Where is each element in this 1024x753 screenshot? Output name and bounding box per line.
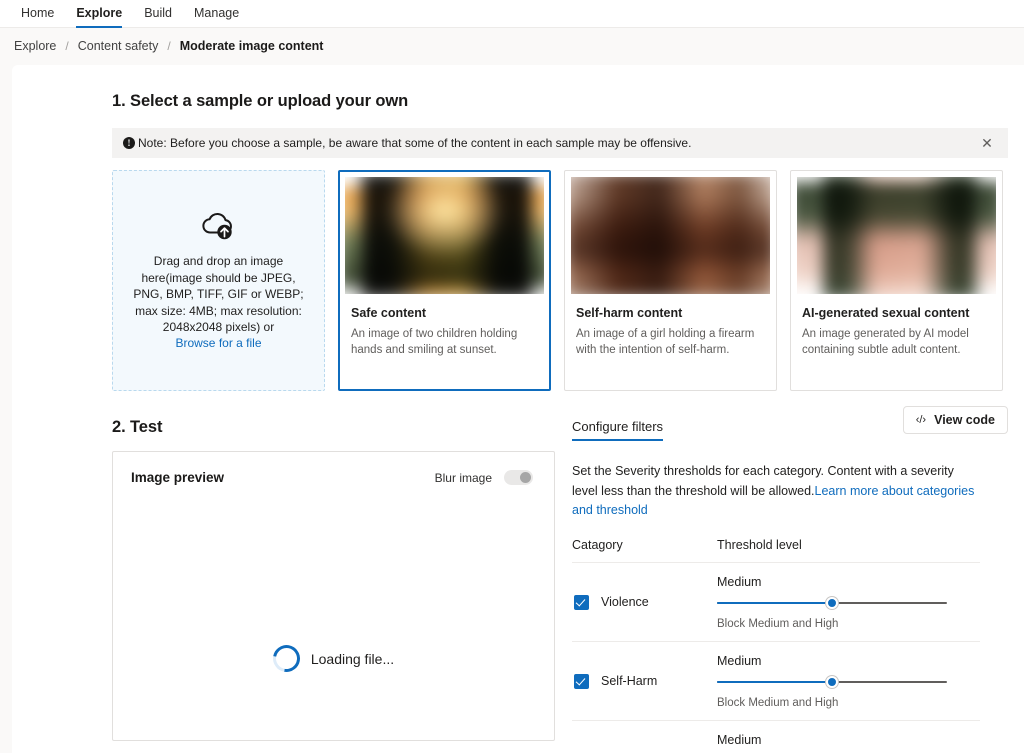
sample-card-list: Drag and drop an image here(image should… bbox=[112, 170, 1008, 391]
breadcrumb-item-current: Moderate image content bbox=[179, 39, 324, 53]
cloud-upload-icon bbox=[200, 211, 238, 246]
threshold-cell: Medium Block Medium and High bbox=[717, 720, 980, 753]
category-cell: Violence bbox=[572, 562, 717, 642]
loading-text: Loading file... bbox=[310, 650, 395, 667]
blur-image-label: Blur image bbox=[434, 470, 492, 485]
sample-card-description: An image generated by AI model containin… bbox=[802, 328, 969, 356]
threshold-cell: Medium Block Medium and High bbox=[717, 641, 980, 721]
sample-card-title: AI-generated sexual content bbox=[802, 306, 970, 320]
view-code-button[interactable]: ‹/› View code bbox=[902, 406, 1008, 434]
threshold-slider-self-harm[interactable] bbox=[717, 675, 947, 688]
slider-fill bbox=[717, 601, 832, 604]
image-preview-panel: Image preview Blur image Loading file... bbox=[112, 451, 555, 741]
preview-header: Image preview Blur image bbox=[113, 452, 554, 485]
sample-card-description: An image of a girl holding a firearm wit… bbox=[576, 328, 755, 356]
sample-card-description: An image of two children holding hands a… bbox=[351, 328, 518, 356]
nav-item-manage[interactable]: Manage bbox=[183, 0, 250, 28]
step1-heading: 1. Select a sample or upload your own bbox=[112, 92, 409, 110]
threshold-description: Set the Severity thresholds for each cat… bbox=[572, 462, 980, 521]
threshold-level-label: Medium bbox=[717, 653, 762, 668]
blurred-sample-image bbox=[571, 177, 770, 294]
loading-indicator: Loading file... bbox=[113, 639, 554, 678]
table-row: Self-Harm Medium Block Medium and High bbox=[572, 641, 980, 721]
block-level-label: Block Medium and High bbox=[717, 617, 839, 630]
threshold-table: Catagory Threshold level Violence Medium… bbox=[572, 537, 980, 753]
offensive-content-note: ! Note: Before you choose a sample, be a… bbox=[112, 128, 1008, 158]
blurred-sample-image bbox=[345, 177, 544, 294]
threshold-level-label: Medium bbox=[717, 574, 762, 589]
step2-heading: 2. Test bbox=[112, 418, 163, 436]
configure-column: Configure filters ‹/› View code Set the … bbox=[572, 406, 1008, 753]
breadcrumb: Explore / Content safety / Moderate imag… bbox=[0, 28, 1024, 64]
sample-card-self-harm-content[interactable]: Self-harm content An image of a girl hol… bbox=[564, 170, 777, 391]
breadcrumb-item-explore[interactable]: Explore bbox=[14, 39, 56, 53]
note-text: Note: Before you choose a sample, be awa… bbox=[138, 136, 692, 150]
threshold-slider-violence[interactable] bbox=[717, 596, 947, 609]
tab-configure-filters[interactable]: Configure filters bbox=[572, 419, 664, 441]
blur-image-toggle-group: Blur image bbox=[435, 470, 533, 485]
block-level-label: Block Medium and High bbox=[717, 696, 839, 709]
breadcrumb-separator: / bbox=[65, 39, 69, 53]
view-code-label: View code bbox=[934, 413, 995, 427]
upload-dropzone[interactable]: Drag and drop an image here(image should… bbox=[112, 170, 325, 391]
threshold-level-label: Medium bbox=[717, 732, 762, 747]
sample-thumbnail bbox=[345, 177, 544, 294]
toggle-knob bbox=[520, 472, 531, 483]
sample-card-ai-generated-sexual-content[interactable]: AI-generated sexual content An image gen… bbox=[790, 170, 1003, 391]
category-label: Violence bbox=[601, 595, 649, 609]
sample-thumbnail bbox=[571, 177, 770, 294]
nav-item-explore[interactable]: Explore bbox=[65, 0, 133, 28]
nav-item-build[interactable]: Build bbox=[133, 0, 183, 28]
main-panel: 1. Select a sample or upload your own ! … bbox=[12, 65, 1024, 753]
table-row: Sexual Medium Block Medium and bbox=[572, 720, 980, 753]
slider-thumb[interactable] bbox=[826, 596, 838, 609]
checkbox-self-harm[interactable] bbox=[574, 673, 589, 689]
category-cell: Self-Harm bbox=[572, 641, 717, 721]
breadcrumb-separator: / bbox=[167, 39, 171, 53]
threshold-cell: Medium Block Medium and High bbox=[717, 562, 980, 642]
blur-image-toggle[interactable] bbox=[504, 470, 533, 485]
checkbox-violence[interactable] bbox=[574, 594, 589, 610]
sample-thumbnail bbox=[797, 177, 996, 294]
sample-card-safe-content[interactable]: Safe content An image of two children ho… bbox=[338, 170, 551, 391]
table-row: Violence Medium Block Medium and High bbox=[572, 562, 980, 642]
slider-fill bbox=[717, 680, 832, 683]
browse-for-file-link[interactable]: Browse for a file bbox=[175, 336, 261, 350]
info-alert-icon: ! bbox=[123, 137, 135, 149]
test-section: 2. Test Image preview Blur image Loading… bbox=[112, 406, 1008, 753]
spinner-icon bbox=[267, 639, 306, 678]
category-cell: Sexual bbox=[572, 720, 717, 753]
column-header-threshold-level: Threshold level bbox=[717, 537, 980, 563]
slider-thumb[interactable] bbox=[826, 675, 838, 688]
category-label: Self-Harm bbox=[601, 674, 658, 688]
sample-card-title: Self-harm content bbox=[576, 306, 683, 320]
close-icon[interactable]: ✕ bbox=[974, 130, 1000, 156]
content-area: 1. Select a sample or upload your own ! … bbox=[112, 65, 1024, 753]
upload-instructions: Drag and drop an image here(image should… bbox=[133, 254, 304, 335]
sample-card-title: Safe content bbox=[351, 306, 427, 320]
top-navigation-bar: Home Explore Build Manage bbox=[0, 0, 1024, 28]
code-icon: ‹/› bbox=[915, 414, 927, 426]
table-header-row: Catagory Threshold level bbox=[572, 537, 980, 563]
configure-header: Configure filters ‹/› View code bbox=[572, 406, 1008, 441]
preview-column: 2. Test Image preview Blur image Loading… bbox=[112, 418, 555, 753]
blurred-sample-image bbox=[797, 177, 996, 294]
column-header-category: Catagory bbox=[572, 537, 717, 563]
image-preview-title: Image preview bbox=[131, 470, 225, 485]
nav-item-home[interactable]: Home bbox=[10, 0, 65, 28]
breadcrumb-item-content-safety[interactable]: Content safety bbox=[78, 39, 159, 53]
